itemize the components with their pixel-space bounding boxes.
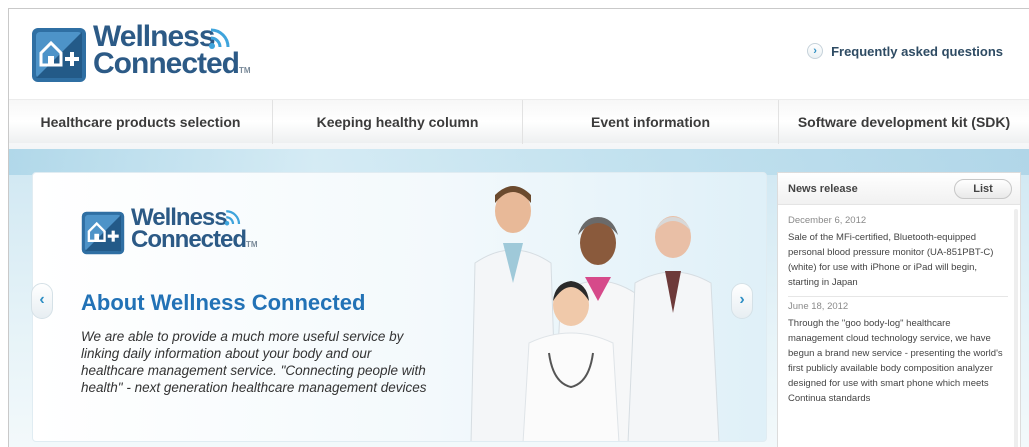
slide-title: About Wellness Connected (81, 290, 366, 315)
chevron-right-icon: › (807, 43, 824, 59)
news-text: Sale of the MFi-certified, Bluetooth-equ… (788, 232, 994, 288)
news-header: News release List (778, 173, 1020, 205)
news-release-panel: News release List December 6, 2012 Sale … (777, 172, 1021, 447)
page-frame: Wellness ConnectedTM › Frequently asked … (8, 8, 1029, 447)
signal-icon (209, 28, 230, 49)
faq-link[interactable]: › Frequently asked questions (807, 43, 1003, 59)
carousel-slide: Wellness ConnectedTM About Wellness Conn… (32, 172, 767, 442)
news-list-button[interactable]: List (954, 178, 1012, 199)
nav-label: Keeping healthy column (316, 114, 479, 130)
main-nav: Healthcare products selection Keeping he… (9, 99, 1029, 144)
logo-trademark: TM (246, 240, 258, 249)
site-logo[interactable]: Wellness ConnectedTM (31, 22, 261, 93)
wellness-logo-icon (81, 211, 125, 255)
site-header: Wellness ConnectedTM › Frequently asked … (9, 9, 1029, 149)
nav-keeping-healthy[interactable]: Keeping healthy column (273, 100, 523, 144)
news-title: News release (788, 182, 858, 195)
carousel-next-button[interactable]: › (731, 283, 753, 319)
nav-label: Event information (590, 114, 710, 130)
logo-line2: ConnectedTM (131, 226, 258, 256)
doctors-photo (470, 186, 720, 441)
news-date: December 6, 2012 (788, 215, 867, 226)
news-item[interactable]: December 6, 2012 Sale of the MFi-certifi… (788, 211, 1008, 297)
logo-line2-text: Connected (93, 47, 240, 80)
signal-icon (224, 210, 241, 226)
nav-label: Healthcare products selection (40, 114, 241, 130)
wellness-logo-icon (32, 28, 86, 82)
logo-line2: ConnectedTM (93, 47, 251, 84)
nav-sdk[interactable]: Software development kit (SDK) (779, 100, 1029, 144)
slide-body: We are able to provide a much more usefu… (81, 329, 427, 395)
news-date: June 18, 2012 (788, 301, 849, 312)
news-scrollbar[interactable] (1014, 209, 1018, 447)
faq-label: Frequently asked questions (831, 43, 1003, 59)
chevron-left-icon: ‹ (39, 291, 45, 308)
logo-line2-text: Connected (131, 226, 247, 253)
hero-band: Wellness ConnectedTM About Wellness Conn… (9, 149, 1029, 447)
nav-label: Software development kit (SDK) (797, 114, 1011, 130)
logo-trademark: TM (239, 66, 251, 75)
news-item[interactable]: June 18, 2012 Through the "goo body-log"… (788, 297, 1008, 412)
slide-logo: Wellness ConnectedTM (81, 206, 271, 267)
carousel-prev-button[interactable]: ‹ (31, 283, 53, 319)
news-text: Through the "goo body-log" healthcare ma… (788, 318, 1003, 404)
news-list: December 6, 2012 Sale of the MFi-certifi… (778, 205, 1020, 412)
nav-healthcare-products[interactable]: Healthcare products selection (9, 100, 273, 144)
nav-event-information[interactable]: Event information (523, 100, 779, 144)
chevron-right-icon: › (739, 291, 745, 308)
